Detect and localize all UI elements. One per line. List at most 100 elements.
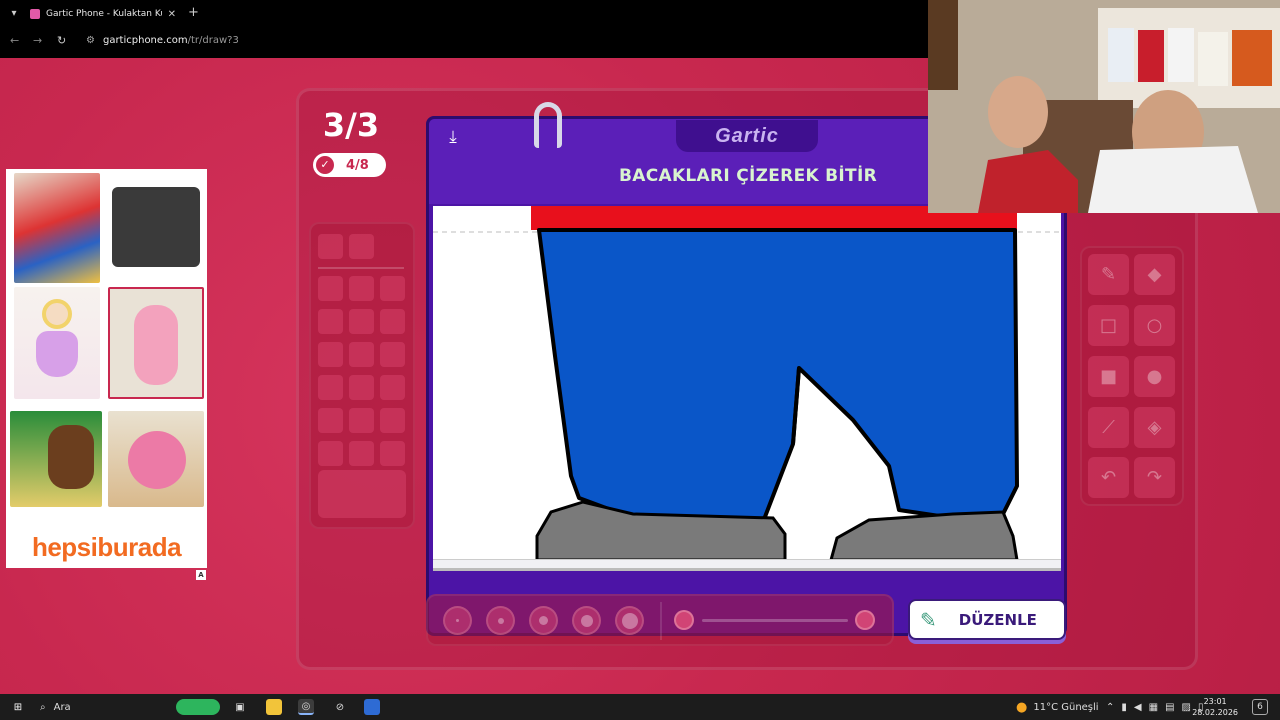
printer-icon[interactable]: ▤ [1165,702,1174,713]
drawing-prompt: BACAKLARI ÇİZEREK BİTİR [619,166,877,186]
palette-color-swatch[interactable] [349,234,374,259]
brush-size-2[interactable] [486,606,515,635]
palette-color-swatch[interactable] [380,309,405,334]
notification-count: 6 [1252,699,1268,715]
back-icon[interactable]: ← [10,34,19,47]
opacity-min-knob[interactable] [674,610,694,630]
palette-color-swatch[interactable] [318,342,343,367]
chrome-icon[interactable]: ◎ [298,699,314,715]
webcam-overlay [928,0,1280,213]
weather-text: 11°C Güneşli [1033,701,1099,713]
canvas-bottom-edge [433,559,1061,571]
browser-chrome: ▾ Gartic Phone - Kulaktan Kulağa ✕ + ← →… [0,0,928,58]
palette-color-swatch[interactable] [380,408,405,433]
pencil-icon[interactable]: ✎ [1088,254,1129,295]
ellipse-fill-icon[interactable]: ● [1134,356,1175,397]
palette-color-swatch[interactable] [318,375,343,400]
brush-size-1[interactable] [443,606,472,635]
task-view-icon[interactable]: ▣ [232,699,248,715]
favicon-icon [30,9,40,19]
paper-clip-icon [534,102,562,148]
browser-tab[interactable]: Gartic Phone - Kulaktan Kulağa ✕ [24,4,182,24]
notification-icon[interactable]: 6 [1252,699,1268,715]
download-icon[interactable]: ⤓ [442,126,464,148]
app-window-icon[interactable] [364,699,380,715]
widget-icon[interactable] [176,699,220,715]
security-icon[interactable]: ▨ [1182,702,1191,713]
fill-bucket-icon[interactable]: ◈ [1134,407,1175,448]
ad-banner[interactable]: hepsiburada [6,169,207,568]
reload-icon[interactable]: ↻ [57,34,66,47]
palette-color-swatch[interactable] [380,375,405,400]
chevron-up-icon[interactable]: ⌃ [1106,702,1114,713]
ad-product-masha-bear[interactable] [10,411,102,507]
check-icon: ✓ [316,156,334,174]
rectangle-outline-icon[interactable]: □ [1088,305,1129,346]
app-icon[interactable]: ⊘ [332,699,348,715]
palette-color-swatch[interactable] [349,276,374,301]
microphone-icon[interactable]: ▮ [1121,702,1127,713]
ad-product-pink-plush[interactable] [108,411,204,507]
search-icon: ⌕ [40,701,46,713]
taskbar: ⊞ ⌕ Ara ▣ ◎ ⊘ ● 11°C Güneşli ⌃ ▮ ◀ ▦ ▤ ▨… [0,694,1280,720]
palette-color-swatch[interactable] [318,234,343,259]
palette-color-swatch[interactable] [380,276,405,301]
palette-color-swatch[interactable] [318,276,343,301]
opacity-slider-knob[interactable] [855,610,875,630]
tab-title: Gartic Phone - Kulaktan Kulağa [46,9,162,19]
weather-widget[interactable]: ● 11°C Güneşli [1016,699,1099,715]
ad-product-pink-panther[interactable] [108,287,204,399]
network-icon[interactable]: ▦ [1149,702,1158,713]
speaker-icon[interactable]: ◀ [1134,702,1142,713]
address-bar[interactable]: ⚙ garticphone.com/tr/draw?3 [86,35,239,46]
line-icon[interactable]: ⟋ [1088,407,1129,448]
palette-color-swatch[interactable] [318,408,343,433]
new-tab-icon[interactable]: + [188,5,199,20]
palette-color-swatch[interactable] [380,441,405,466]
taskbar-clock[interactable]: 23:01 28.02.2026 [1192,696,1238,718]
custom-color-picker[interactable] [318,470,406,518]
pencil-icon: ✎ [920,607,937,632]
ad-choices-badge[interactable]: A [196,570,206,580]
drawing-canvas[interactable] [433,206,1061,559]
palette-color-swatch[interactable] [349,408,374,433]
opacity-slider[interactable] [702,619,848,622]
forward-icon[interactable]: → [33,34,42,47]
ad-brand-logo: hepsiburada [31,532,182,562]
palette-color-swatch[interactable] [380,342,405,367]
url-path: /tr/draw?3 [187,35,239,46]
drawing-artwork [433,206,1061,559]
sun-icon: ● [1016,699,1028,715]
brush-bar-divider [660,602,662,640]
palette-color-swatch[interactable] [349,342,374,367]
gartic-logo: Gartic [676,120,818,152]
site-info-icon[interactable]: ⚙ [86,35,95,46]
eraser-icon[interactable]: ◆ [1134,254,1175,295]
rectangle-fill-icon[interactable]: ■ [1088,356,1129,397]
close-tab-icon[interactable]: ✕ [168,9,176,20]
windows-start-icon[interactable]: ⊞ [10,699,26,715]
players-done-count: 4/8 [346,157,369,173]
ad-product-toy-trucks[interactable] [14,173,100,283]
webcam-scene [928,0,1280,213]
file-explorer-icon[interactable] [266,699,282,715]
ad-product-power-station[interactable] [108,173,204,283]
palette-color-swatch[interactable] [318,309,343,334]
brush-size-5[interactable] [615,606,644,635]
tab-list-chevron-icon[interactable]: ▾ [6,6,22,22]
palette-color-swatch[interactable] [349,309,374,334]
edit-button-label: DÜZENLE [958,610,1037,629]
brush-size-3[interactable] [529,606,558,635]
undo-icon[interactable]: ↶ [1088,457,1129,498]
palette-color-swatch[interactable] [318,441,343,466]
palette-color-swatch[interactable] [349,441,374,466]
palette-color-swatch[interactable] [349,375,374,400]
redo-icon[interactable]: ↷ [1134,457,1175,498]
edit-button[interactable]: ✎ DÜZENLE [908,599,1066,640]
system-tray: ⌃ ▮ ◀ ▦ ▤ ▨ ▯ [1106,699,1203,715]
ad-product-doll[interactable] [14,287,100,399]
taskbar-search[interactable]: ⌕ Ara [40,699,71,715]
ellipse-outline-icon[interactable]: ○ [1134,305,1175,346]
brush-size-4[interactable] [572,606,601,635]
url-host: garticphone.com [102,35,188,46]
